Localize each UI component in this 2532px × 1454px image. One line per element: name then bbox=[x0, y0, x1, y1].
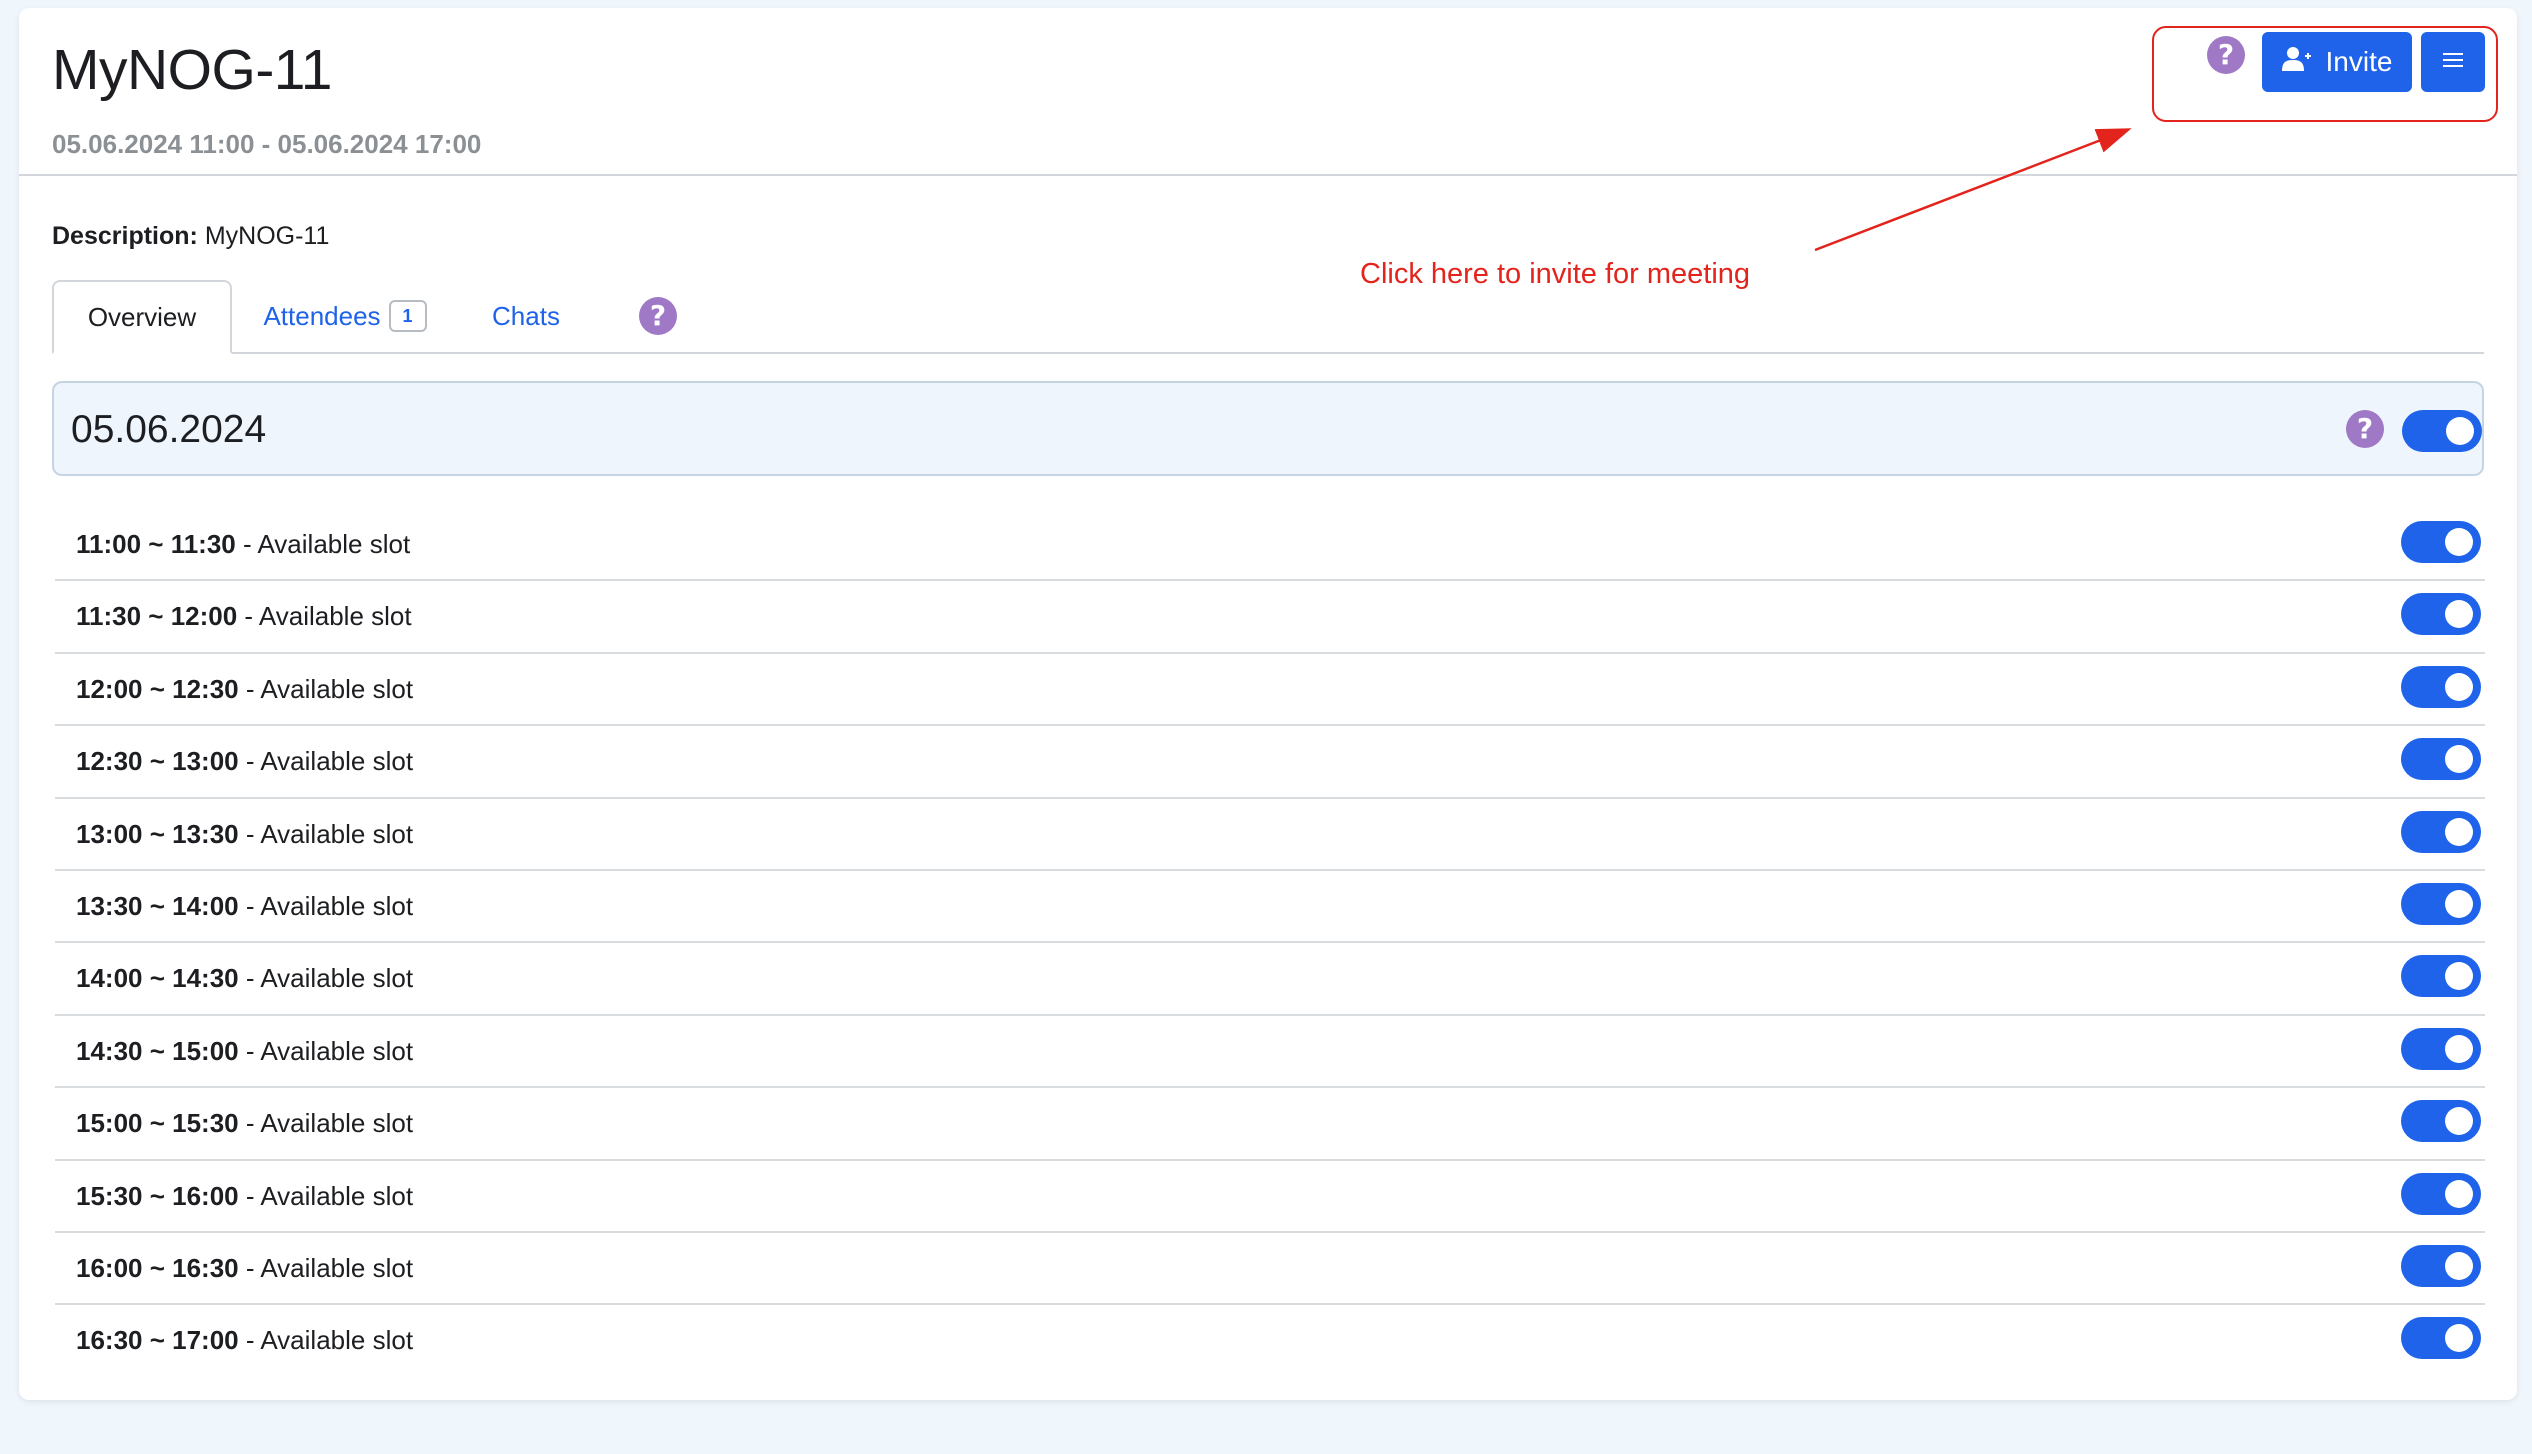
slot-time: 16:30 ~ 17:00 bbox=[76, 1325, 239, 1356]
slot-row: 13:30 ~ 14:00 - Available slot bbox=[55, 871, 2485, 944]
slot-text: 11:00 ~ 11:30 - Available slot bbox=[76, 529, 411, 559]
slot-time: 14:30 ~ 15:00 bbox=[76, 1035, 239, 1066]
slot-status: Available slot bbox=[260, 1108, 414, 1139]
slot-text: 15:00 ~ 15:30 - Available slot bbox=[76, 1108, 414, 1139]
slot-text: 14:30 ~ 15:00 - Available slot bbox=[76, 1035, 414, 1066]
slot-list: 11:00 ~ 11:30 - Available slot 11:30 ~ 1… bbox=[55, 509, 2485, 1378]
meeting-card: MyNOG-11 05.06.2024 11:00 - 05.06.2024 1… bbox=[19, 8, 2517, 1400]
slot-time: 13:00 ~ 13:30 bbox=[76, 818, 239, 849]
slot-toggle[interactable] bbox=[2401, 1244, 2481, 1287]
slot-toggle[interactable] bbox=[2401, 593, 2481, 636]
slot-text: 14:00 ~ 14:30 - Available slot bbox=[76, 963, 414, 994]
slot-status: Available slot bbox=[260, 673, 414, 704]
slot-text: 13:30 ~ 14:00 - Available slot bbox=[76, 890, 414, 921]
slot-time: 14:00 ~ 14:30 bbox=[76, 963, 239, 994]
tabs-help-icon[interactable]: ? bbox=[639, 297, 677, 335]
slot-toggle[interactable] bbox=[2401, 738, 2481, 781]
slot-row: 15:30 ~ 16:00 - Available slot bbox=[55, 1161, 2485, 1233]
day-panel: 05.06.2024 ? bbox=[52, 381, 2484, 476]
slot-row: 16:00 ~ 16:30 - Available slot bbox=[55, 1233, 2485, 1306]
slot-toggle[interactable] bbox=[2401, 665, 2481, 708]
slot-toggle[interactable] bbox=[2401, 1317, 2481, 1360]
slot-row: 12:30 ~ 13:00 - Available slot bbox=[55, 726, 2485, 799]
slot-status: Available slot bbox=[258, 601, 412, 632]
tab-bar: Overview Attendees 1 Chats ? bbox=[52, 280, 2484, 354]
slot-status: Available slot bbox=[260, 818, 414, 849]
meeting-date-range: 05.06.2024 11:00 - 05.06.2024 17:00 bbox=[52, 129, 482, 159]
slot-text: 16:00 ~ 16:30 - Available slot bbox=[76, 1252, 414, 1283]
tab-overview[interactable]: Overview bbox=[52, 280, 232, 354]
slot-toggle[interactable] bbox=[2401, 521, 2481, 563]
slot-status: Available slot bbox=[260, 963, 414, 994]
slot-text: 12:30 ~ 13:00 - Available slot bbox=[76, 746, 414, 777]
tab-chats[interactable]: Chats bbox=[466, 280, 586, 352]
day-help-icon[interactable]: ? bbox=[2346, 410, 2384, 448]
tab-attendees[interactable]: Attendees 1 bbox=[250, 280, 440, 352]
slot-toggle[interactable] bbox=[2401, 1100, 2481, 1143]
slot-toggle[interactable] bbox=[2401, 1027, 2481, 1070]
slot-row: 12:00 ~ 12:30 - Available slot bbox=[55, 654, 2485, 727]
slot-time: 15:30 ~ 16:00 bbox=[76, 1180, 239, 1211]
slot-text: 16:30 ~ 17:00 - Available slot bbox=[76, 1325, 414, 1356]
slot-toggle[interactable] bbox=[2401, 882, 2481, 925]
description: Description: MyNOG-11 bbox=[52, 222, 329, 251]
slot-time: 16:00 ~ 16:30 bbox=[76, 1252, 239, 1283]
slot-text: 13:00 ~ 13:30 - Available slot bbox=[76, 818, 414, 849]
slot-text: 12:00 ~ 12:30 - Available slot bbox=[76, 673, 414, 704]
slot-status: Available slot bbox=[260, 746, 414, 777]
slot-status: Available slot bbox=[260, 890, 414, 921]
slot-row: 11:30 ~ 12:00 - Available slot bbox=[55, 581, 2485, 654]
attendees-count-badge: 1 bbox=[388, 300, 427, 332]
slot-time: 12:30 ~ 13:00 bbox=[76, 746, 239, 777]
meeting-header: MyNOG-11 05.06.2024 11:00 - 05.06.2024 1… bbox=[19, 8, 2517, 176]
day-date: 05.06.2024 bbox=[71, 408, 267, 451]
slot-time: 12:00 ~ 12:30 bbox=[76, 673, 239, 704]
slot-time: 11:30 ~ 12:00 bbox=[76, 601, 238, 632]
slot-row: 14:00 ~ 14:30 - Available slot bbox=[55, 943, 2485, 1016]
description-value: MyNOG-11 bbox=[204, 222, 330, 250]
slot-row: 13:00 ~ 13:30 - Available slot bbox=[55, 799, 2485, 871]
slot-row: 15:00 ~ 15:30 - Available slot bbox=[55, 1088, 2485, 1161]
slot-row: 14:30 ~ 15:00 - Available slot bbox=[55, 1016, 2485, 1089]
description-label: Description: bbox=[52, 222, 198, 250]
slot-row: 11:00 ~ 11:30 - Available slot bbox=[55, 509, 2485, 582]
slot-toggle[interactable] bbox=[2401, 955, 2481, 998]
slot-time: 13:30 ~ 14:00 bbox=[76, 890, 239, 921]
page-title: MyNOG-11 bbox=[52, 38, 332, 102]
tab-attendees-label: Attendees bbox=[263, 300, 381, 331]
tab-chats-label: Chats bbox=[492, 300, 560, 331]
slot-toggle[interactable] bbox=[2401, 1172, 2481, 1215]
slot-text: 11:30 ~ 12:00 - Available slot bbox=[76, 601, 412, 632]
slot-status: Available slot bbox=[260, 1180, 414, 1211]
slot-time: 15:00 ~ 15:30 bbox=[76, 1108, 239, 1139]
slot-time: 11:00 ~ 11:30 bbox=[76, 529, 236, 559]
slot-status: Available slot bbox=[260, 1035, 414, 1066]
day-toggle[interactable] bbox=[2402, 410, 2482, 452]
slot-status: Available slot bbox=[260, 1325, 414, 1356]
slot-status: Available slot bbox=[257, 529, 411, 559]
slot-status: Available slot bbox=[260, 1252, 414, 1283]
annotation-highlight-box bbox=[2152, 26, 2498, 122]
slot-text: 15:30 ~ 16:00 - Available slot bbox=[76, 1180, 414, 1211]
slot-row: 16:30 ~ 17:00 - Available slot bbox=[55, 1305, 2485, 1377]
tab-overview-label: Overview bbox=[87, 301, 197, 332]
slot-toggle[interactable] bbox=[2401, 810, 2481, 853]
